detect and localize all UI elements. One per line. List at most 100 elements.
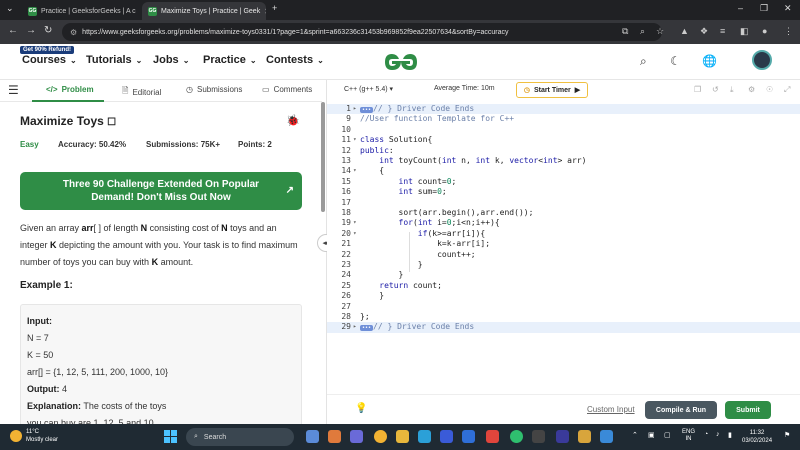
copy-icon[interactable]: ❐ [694,85,701,94]
tray-chevron-icon[interactable]: ⌃ [632,431,638,439]
nav-courses[interactable]: Courses ⌄ [22,54,77,66]
new-tab-icon[interactable]: + [272,3,277,13]
refund-promo-badge[interactable]: Get 90% Refund! [20,46,75,54]
translate-icon[interactable]: ⧉ [622,26,628,37]
code-line[interactable]: 26 } [327,291,800,301]
app-icon[interactable] [350,430,363,443]
code-line[interactable]: 19 ▾ for(int i=0;i<n;i++){ [327,218,800,228]
nav-tutorials[interactable]: Tutorials ⌄ [86,54,142,66]
nav-contests[interactable]: Contests ⌄ [266,54,324,66]
gfg-logo-icon[interactable] [382,51,420,73]
settings-icon[interactable]: ⚙ [748,85,755,94]
code-editor[interactable]: 1 ▸ •••// } Driver Code Ends 9//User functi… [327,102,800,394]
code-line[interactable]: 16 int sum=0; [327,187,800,197]
fold-arrow-icon[interactable]: ▾ [353,166,357,176]
app-icon[interactable] [462,430,475,443]
challenge-banner[interactable]: Three 90 Challenge Extended On Popular D… [20,172,302,210]
tab-search-icon[interactable]: ⌄ [6,3,14,14]
tab-comments[interactable]: ▭ Comments [262,85,312,94]
start-icon[interactable] [164,430,177,443]
download-icon[interactable]: ⤓ [730,85,734,95]
url-input[interactable]: ⚙ https://www.geeksforgeeks.org/problems… [62,23,662,41]
code-line[interactable]: 27 [327,302,800,312]
fold-arrow-icon[interactable]: ▾ [353,218,357,228]
code-line[interactable]: 25 return count; [327,281,800,291]
custom-input-link[interactable]: Custom Input [587,405,635,414]
bookmark-star-icon[interactable]: ☆ [656,26,664,37]
code-line[interactable]: 18 sort(arr.begin(),arr.end()); [327,208,800,218]
restore-icon[interactable]: ❐ [760,3,768,14]
code-line[interactable]: 10 [327,125,800,135]
folded-code-badge[interactable]: ••• [360,325,374,332]
back-icon[interactable]: ← [8,25,18,36]
forward-icon[interactable]: → [26,25,36,36]
report-bug-icon[interactable]: 🐞 [286,114,300,127]
wifi-icon[interactable]: ◔ [704,431,708,438]
close-window-icon[interactable]: ✕ [784,3,792,14]
minimize-icon[interactable]: – [738,3,743,13]
fold-arrow-icon[interactable]: ▸ [353,104,357,114]
bookmark-icon[interactable]: ☐ [107,117,116,128]
app-icon[interactable] [532,430,545,443]
taskbar-search[interactable]: ⌕ Search [186,428,294,446]
brave-icon[interactable] [486,430,499,443]
folded-code-badge[interactable]: ••• [360,107,374,113]
code-line[interactable]: 21 k=k-arr[i]; [327,239,800,249]
browser-menu-icon[interactable]: ⋮ [784,26,793,37]
app-icon[interactable] [328,430,341,443]
code-line[interactable]: 1 ▸ •••// } Driver Code Ends [327,104,800,115]
code-line[interactable]: 14 ▾ { [327,166,800,176]
site-info-icon[interactable]: ⚙ [70,28,77,37]
code-line[interactable]: 15 int count=0; [327,177,800,187]
compile-run-button[interactable]: Compile & Run [645,401,717,419]
browser-tab-maximize-toys[interactable]: GG Maximize Toys | Practice | Geek ✕ [142,2,266,20]
browser-tab-practice[interactable]: GG Practice | GeeksforGeeks | A c ✕ [22,2,140,20]
app-icon[interactable] [578,430,591,443]
language-select[interactable]: C++ (g++ 5.4) ▾ [344,85,393,93]
notifications-icon[interactable]: ⚑ [784,431,790,439]
code-line[interactable]: 9 //User function Template for C++ [327,114,800,124]
tray-icon[interactable]: ▣ [648,431,655,439]
code-line[interactable]: 11 ▾ class Solution{ [327,135,800,145]
fold-arrow-icon[interactable]: ▾ [353,135,357,145]
side-panel-icon[interactable]: ◧ [740,26,749,37]
tab-problem[interactable]: </> Problem [46,85,94,94]
zoom-icon[interactable]: ⌕ [640,26,645,37]
reload-icon[interactable]: ↻ [44,25,52,36]
chrome-icon[interactable] [374,430,387,443]
battery-icon[interactable]: ▮ [728,431,732,439]
code-line[interactable]: 28}; [327,312,800,322]
whatsapp-icon[interactable] [510,430,523,443]
language-indicator[interactable]: ENG IN [682,429,695,443]
tab-submissions[interactable]: ◷ Submissions [186,85,242,94]
code-line[interactable]: 17 [327,198,800,208]
search-icon[interactable]: ⌕ [640,54,647,69]
menu-icon[interactable]: ☰ [8,83,19,97]
avatar[interactable] [752,50,772,70]
code-line[interactable]: 13 int toyCount(int n, int k, vector<int… [327,156,800,166]
submit-button[interactable]: Submit [725,401,771,419]
edge-icon[interactable] [418,430,431,443]
nav-practice[interactable]: Practice ⌄ [203,54,257,66]
language-icon[interactable]: 🌐 [702,54,717,68]
tab-editorial[interactable]: 🗎 Editorial [122,85,161,99]
code-line[interactable]: 20 ▾ if(k>=arr[i]){ [327,229,800,239]
reading-list-icon[interactable]: ≡ [720,26,725,36]
dark-mode-icon[interactable]: ☾ [670,54,681,68]
code-line[interactable]: 24 } [327,270,800,280]
code-line[interactable]: 23 } [327,260,800,270]
start-timer-button[interactable]: ◷ Start Timer ▶ [516,82,588,98]
fullscreen-icon[interactable]: ⤢ [784,85,790,95]
close-tab-icon[interactable]: ✕ [264,7,266,16]
code-line[interactable]: 22 count++; [327,250,800,260]
explorer-icon[interactable] [396,430,409,443]
app-icon[interactable] [440,430,453,443]
app-icon[interactable] [600,430,613,443]
problem-scrollbar[interactable] [321,102,325,212]
volume-icon[interactable]: ♪ [716,431,720,438]
extensions-puzzle-icon[interactable]: ❖ [700,26,708,37]
reset-icon[interactable]: ↺ [712,85,719,94]
code-line[interactable]: 12 public: [327,146,800,156]
profile-icon[interactable]: ● [762,26,767,36]
extension-icon[interactable]: ▲ [680,26,689,36]
